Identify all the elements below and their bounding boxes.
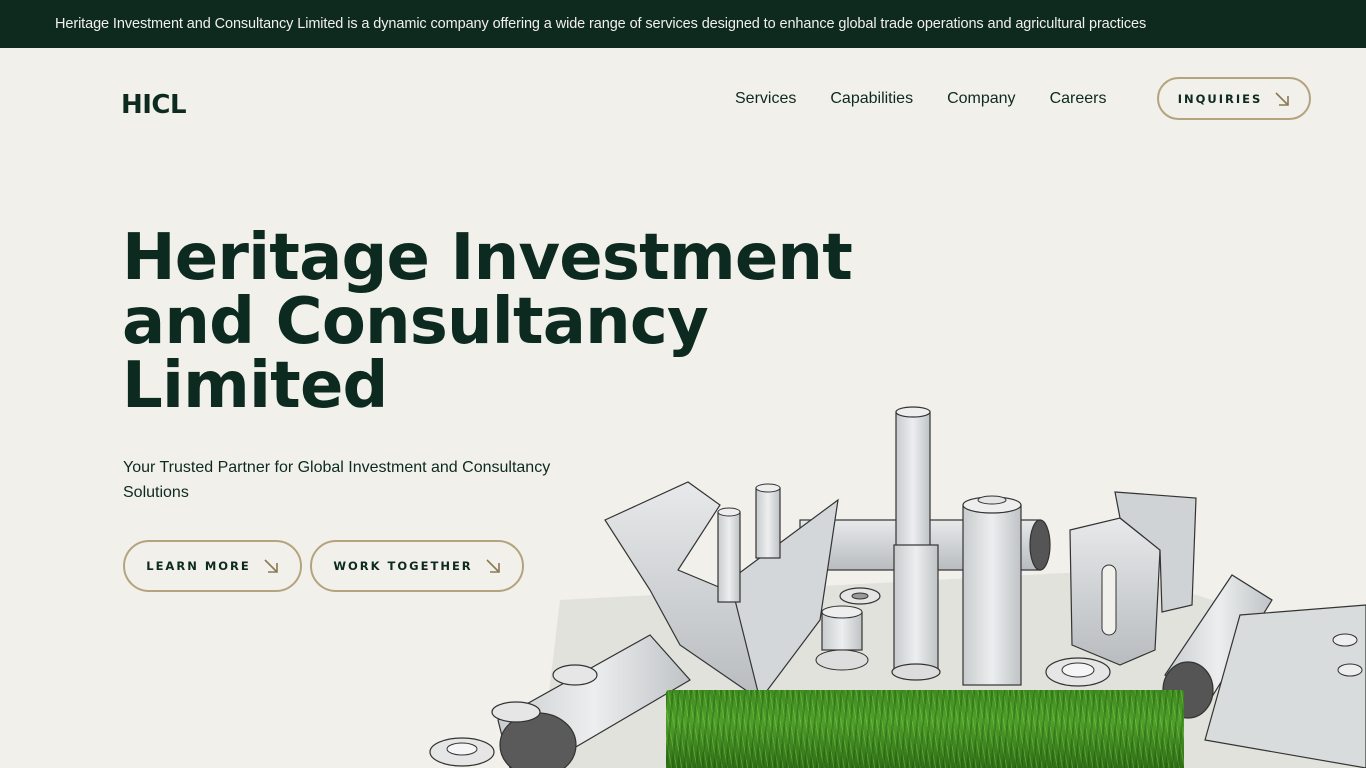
logo[interactable]: HICL bbox=[121, 88, 187, 122]
nav-item-services[interactable]: Services bbox=[735, 88, 796, 110]
inquiries-button[interactable]: INQUIRIES bbox=[1157, 77, 1311, 120]
hero-title: Heritage Investment and Consultancy Limi… bbox=[122, 226, 902, 418]
nav-item-company[interactable]: Company bbox=[947, 88, 1015, 110]
main-nav: Services Capabilities Company Careers bbox=[735, 88, 1106, 110]
learn-more-button[interactable]: LEARN MORE bbox=[123, 540, 302, 592]
learn-more-label: LEARN MORE bbox=[146, 559, 251, 573]
grass-image bbox=[666, 690, 1184, 768]
arrow-down-right-icon bbox=[1275, 91, 1290, 106]
arrow-down-right-icon bbox=[264, 559, 278, 573]
nav-item-careers[interactable]: Careers bbox=[1050, 88, 1107, 110]
hero-title-line: Heritage Investment bbox=[122, 221, 853, 295]
announcement-bar: Heritage Investment and Consultancy Limi… bbox=[0, 0, 1366, 48]
hero-title-line: and Consultancy bbox=[122, 285, 709, 359]
announcement-text: Heritage Investment and Consultancy Limi… bbox=[55, 16, 1147, 32]
inquiries-label: INQUIRIES bbox=[1177, 91, 1263, 106]
nav-item-capabilities[interactable]: Capabilities bbox=[830, 88, 913, 110]
